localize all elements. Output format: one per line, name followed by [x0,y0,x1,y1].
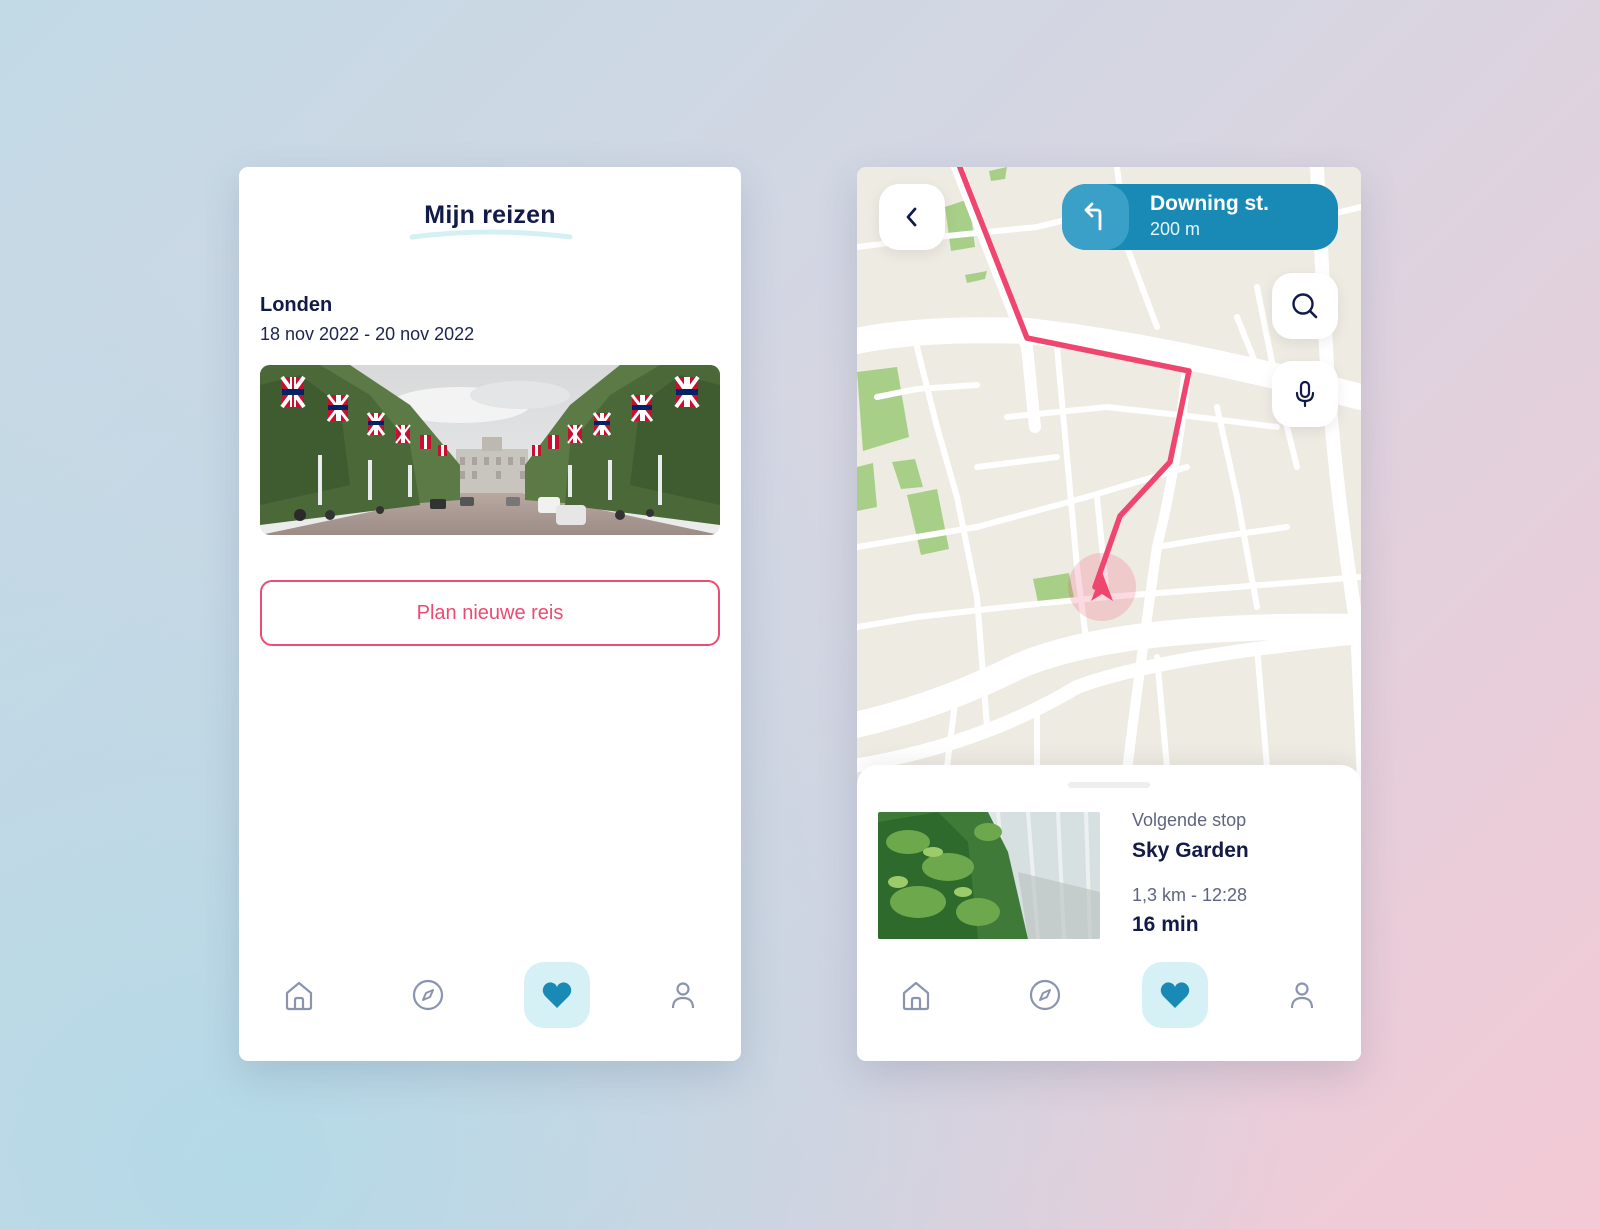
sky-garden-image [878,812,1100,939]
nav-favorites[interactable] [524,962,590,1028]
chevron-left-icon [906,207,917,227]
next-stop-eta: 16 min [1132,913,1199,936]
street-name: Downing st. [1150,192,1269,215]
trip-photo[interactable] [260,365,720,535]
next-stop-distance-time: 1,3 km - 12:28 [1132,885,1248,905]
user-icon [1290,982,1314,1009]
page-header: Mijn reizen [239,201,741,230]
stop-photo[interactable] [878,812,1100,939]
nav-home[interactable] [266,962,332,1028]
search-icon [1292,293,1318,319]
compass-icon [1029,979,1061,1011]
nav-home[interactable] [883,962,949,1028]
nav-explore[interactable] [1012,962,1078,1028]
home-icon [902,981,930,1011]
trip-dates: 18 nov 2022 - 20 nov 2022 [260,324,475,344]
heart-icon [1160,982,1190,1008]
home-icon [285,981,313,1011]
turn-distance: 200 m [1150,219,1201,239]
nav-explore[interactable] [395,962,461,1028]
search-button[interactable] [1272,273,1338,339]
trip-city[interactable]: Londen [260,294,332,317]
page-title: Mijn reizen [424,201,556,229]
nav-profile[interactable] [650,962,716,1028]
turn-instruction[interactable]: Downing st. 200 m [1062,184,1338,250]
back-button[interactable] [879,184,945,250]
nav-favorites[interactable] [1142,962,1208,1028]
nav-profile[interactable] [1269,962,1335,1028]
plan-new-trip-button[interactable]: Plan nieuwe reis [260,580,720,646]
sheet-handle[interactable] [1068,782,1150,788]
my-trips-screen: Mijn reizen Londen 18 nov 2022 - 20 nov … [239,167,741,1061]
user-icon [671,982,695,1009]
bottom-nav [239,951,741,1061]
turn-badge [1062,184,1129,250]
title-underline [409,229,573,240]
microphone-icon [1295,380,1315,408]
voice-button[interactable] [1272,361,1338,427]
navigation-screen: Downing st. 200 m Volgende stop Sky Gard… [857,167,1361,1061]
next-stop-name[interactable]: Sky Garden [1132,839,1249,863]
compass-icon [412,979,444,1011]
turn-left-arrow-icon [1084,202,1101,231]
next-stop-label: Volgende stop [1132,810,1247,830]
london-mall-image [260,365,720,535]
bottom-nav [857,951,1361,1061]
heart-icon [542,982,572,1008]
